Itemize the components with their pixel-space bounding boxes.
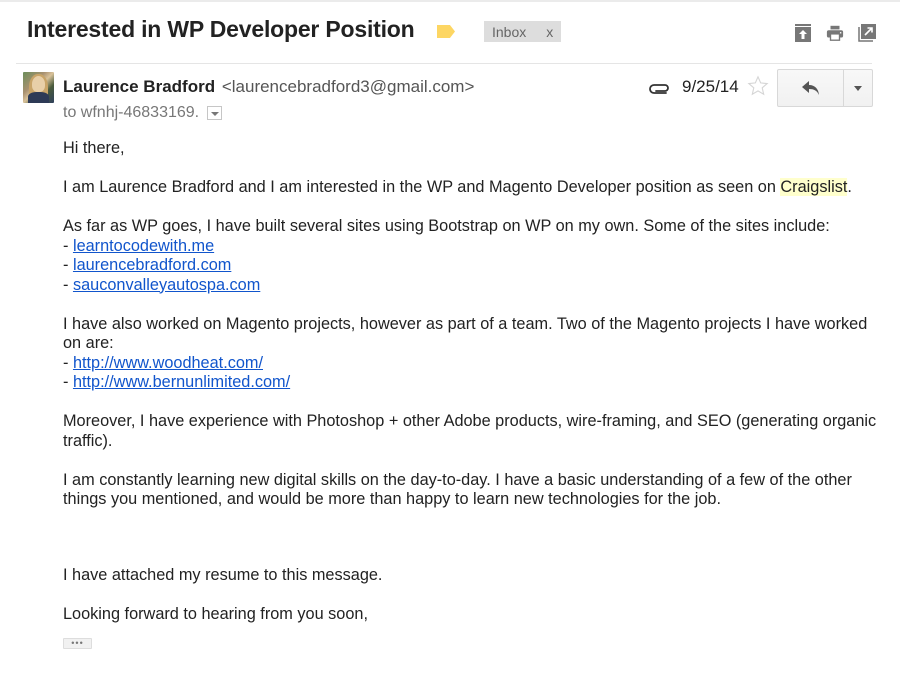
sender-email: <laurencebradford3@gmail.com> xyxy=(221,77,475,96)
paragraph-learning: I am constantly learning new digital ski… xyxy=(63,470,852,509)
message-date: 9/25/14 xyxy=(682,77,739,96)
paragraph-magento-sites: I have also worked on Magento projects, … xyxy=(63,314,868,392)
sender-name[interactable]: Laurence Bradford xyxy=(63,77,215,96)
sender-avatar[interactable] xyxy=(23,72,54,103)
sender-line: Laurence Bradford <laurencebradford3@gma… xyxy=(63,77,474,97)
paragraph-attachment-note: I have attached my resume to this messag… xyxy=(63,566,383,584)
inbox-label-badge[interactable]: Inbox x xyxy=(484,21,562,42)
reply-button-group xyxy=(777,69,873,107)
label-tag-icon[interactable] xyxy=(437,25,455,38)
greeting: Hi there, xyxy=(63,139,125,157)
closing-line: Looking forward to hearing from you soon… xyxy=(63,605,368,623)
show-trimmed-content-button[interactable]: ••• xyxy=(63,638,92,649)
reply-button[interactable] xyxy=(778,70,844,106)
inbox-label-text: Inbox xyxy=(492,23,527,40)
link-laurencebradford[interactable]: laurencebradford.com xyxy=(73,256,231,274)
more-actions-button[interactable] xyxy=(844,70,872,106)
paragraph-wp-sites: As far as WP goes, I have built several … xyxy=(63,217,830,294)
paragraph-experience: Moreover, I have experience with Photosh… xyxy=(63,412,877,450)
message-signoff: I have attached my resume to this messag… xyxy=(63,566,382,644)
remove-label-button[interactable]: x xyxy=(546,24,553,40)
print-icon[interactable] xyxy=(826,24,844,42)
highlighted-term: Craigslist xyxy=(780,178,848,196)
link-bernunlimited[interactable]: http://www.bernunlimited.com/ xyxy=(73,373,290,391)
show-details-dropdown[interactable] xyxy=(207,106,223,120)
reply-icon xyxy=(801,81,819,95)
recipient-text: to wfnhj-46833169. xyxy=(63,104,200,121)
thread-actions xyxy=(794,24,876,42)
link-learntocodewith[interactable]: learntocodewith.me xyxy=(73,237,214,255)
link-woodheat[interactable]: http://www.woodheat.com/ xyxy=(73,354,263,372)
top-divider xyxy=(0,0,900,2)
chevron-down-icon xyxy=(854,85,862,91)
message-body: Hi there, I am Laurence Bradford and I a… xyxy=(63,139,883,529)
paragraph-intro: I am Laurence Bradford and I am interest… xyxy=(63,178,852,196)
attachment-icon xyxy=(649,84,669,94)
star-icon[interactable] xyxy=(747,75,769,97)
email-subject: Interested in WP Developer Position xyxy=(27,16,415,42)
header-divider xyxy=(16,63,872,64)
recipient-line: to wfnhj-46833169. xyxy=(63,104,223,122)
link-sauconvalleyautospa[interactable]: sauconvalleyautospa.com xyxy=(73,276,260,294)
subject-row: Interested in WP Developer Position Inbo… xyxy=(0,14,900,50)
new-window-icon[interactable] xyxy=(858,24,876,42)
archive-icon[interactable] xyxy=(794,24,812,42)
